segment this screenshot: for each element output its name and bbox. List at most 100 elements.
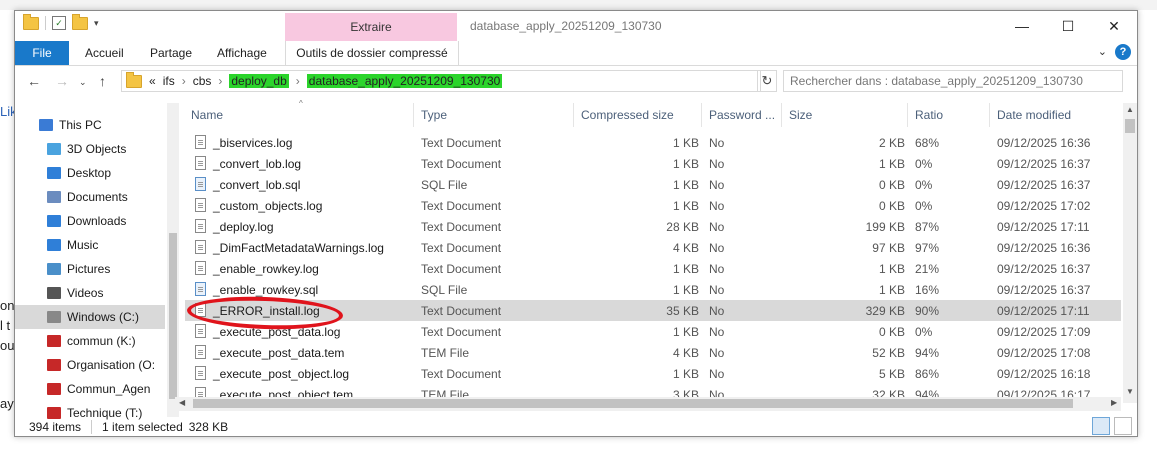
cell-size: 52 KB <box>872 345 905 360</box>
cell-date: 09/12/2025 17:08 <box>997 345 1091 360</box>
scroll-up-icon[interactable]: ▲ <box>1126 105 1134 114</box>
table-row[interactable]: _DimFactMetadataWarnings.log Text Documen… <box>185 237 1121 258</box>
help-icon[interactable]: ? <box>1115 44 1131 60</box>
sidebar-item[interactable]: 3D Objects <box>15 137 165 161</box>
table-row[interactable]: _deploy.log Text Document 28 KB No 199 KB 87%… <box>185 216 1121 237</box>
cell-pwd: No <box>709 345 725 360</box>
column-divider[interactable] <box>573 103 574 127</box>
cell-size: 199 KB <box>865 219 905 234</box>
file-list-scrollbar[interactable] <box>1123 103 1137 403</box>
scroll-left-icon[interactable]: ◀ <box>179 398 185 407</box>
folder-icon[interactable] <box>23 13 39 30</box>
breadcrumb-separator-icon[interactable]: › <box>218 74 222 88</box>
scroll-right-icon[interactable]: ▶ <box>1111 398 1117 407</box>
column-header-compressed-size[interactable]: Compressed size <box>581 103 674 127</box>
breadcrumb-item[interactable]: database_apply_20251209_130730 <box>306 74 503 88</box>
column-divider[interactable] <box>907 103 908 127</box>
table-row[interactable]: _custom_objects.log Text Document 1 KB No 0 … <box>185 195 1121 216</box>
table-row[interactable]: _execute_post_data.tem TEM File 4 KB No 52 K… <box>185 342 1121 363</box>
table-row[interactable]: _enable_rowkey.sql SQL File 1 KB No 1 KB 16% 0… <box>185 279 1121 300</box>
chevron-down-icon[interactable]: ⌄ <box>1098 45 1107 58</box>
document-icon <box>195 198 206 212</box>
column-divider[interactable] <box>989 103 990 127</box>
sql-file-icon <box>195 177 206 191</box>
cell-pwd: No <box>709 261 725 276</box>
cell-size: 329 KB <box>865 303 905 318</box>
large-icons-view-icon[interactable] <box>1114 417 1132 435</box>
address-bar[interactable]: « ifs › cbs › deploy_db › database_apply… <box>121 70 856 92</box>
sidebar-item[interactable]: Music <box>15 233 165 257</box>
tab-file[interactable]: File <box>15 41 69 65</box>
refresh-icon[interactable]: ↻ <box>757 70 777 92</box>
sidebar-item[interactable]: This PC <box>15 113 165 137</box>
document-icon <box>195 345 206 359</box>
properties-icon[interactable]: ✓ <box>52 16 66 30</box>
table-row[interactable]: _ERROR_install.log Text Document 35 KB No 32… <box>185 300 1121 321</box>
tab-compressed-folder-tools[interactable]: Outils de dossier compressé <box>285 41 459 65</box>
document-icon <box>195 156 206 170</box>
new-folder-icon[interactable] <box>72 13 88 30</box>
breadcrumb-item[interactable]: cbs <box>193 74 212 88</box>
sidebar-item[interactable]: Commun_Agen <box>15 377 165 401</box>
cell-csize: 1 KB <box>672 156 699 171</box>
column-divider[interactable] <box>701 103 702 127</box>
cell-csize: 1 KB <box>672 198 699 213</box>
sidebar-item-label: Desktop <box>67 166 112 180</box>
column-header-date-modified[interactable]: Date modified <box>997 103 1071 127</box>
breadcrumb-separator-icon[interactable]: › <box>182 74 186 88</box>
sidebar-item[interactable]: Videos <box>15 281 165 305</box>
back-arrow-icon[interactable]: ← <box>27 73 41 89</box>
cell-csize: 1 KB <box>672 366 699 381</box>
maximize-button[interactable]: ☐ <box>1045 13 1091 39</box>
forward-arrow-icon[interactable]: → <box>55 73 69 89</box>
up-arrow-icon[interactable]: ↑ <box>99 73 106 89</box>
table-row[interactable]: _biservices.log Text Document 1 KB No 2 KB 68… <box>185 132 1121 153</box>
tab-view[interactable]: Affichage <box>217 41 267 65</box>
column-header-ratio[interactable]: Ratio <box>915 103 943 127</box>
column-header-size[interactable]: Size <box>789 103 812 127</box>
cell-type: SQL File <box>421 282 468 297</box>
close-button[interactable]: ✕ <box>1091 13 1137 39</box>
table-row[interactable]: _enable_rowkey.log Text Document 1 KB No 1 K… <box>185 258 1121 279</box>
divider <box>91 420 93 434</box>
sidebar-item[interactable]: Desktop <box>15 161 165 185</box>
sidebar-item-label: Organisation (O: <box>67 358 156 372</box>
tab-share[interactable]: Partage <box>150 41 192 65</box>
minimize-button[interactable]: — <box>999 13 1045 39</box>
cell-name: _DimFactMetadataWarnings.log <box>213 240 384 255</box>
recent-locations-icon[interactable]: ⌄ <box>79 77 87 88</box>
horizontal-scrollbar-thumb[interactable] <box>193 399 1073 408</box>
sidebar-item[interactable]: Downloads <box>15 209 165 233</box>
sidebar-item[interactable]: Windows (C:) <box>15 305 165 329</box>
breadcrumb-item[interactable]: ifs <box>163 74 175 88</box>
search-input[interactable]: Rechercher dans : database_apply_2025120… <box>783 70 1123 92</box>
sidebar-item[interactable]: Documents <box>15 185 165 209</box>
breadcrumb-item[interactable]: deploy_db <box>229 74 289 88</box>
column-header-name[interactable]: Name <box>191 103 223 127</box>
details-view-icon[interactable] <box>1092 417 1110 435</box>
sidebar-item[interactable]: Organisation (O: <box>15 353 165 377</box>
tab-home[interactable]: Accueil <box>85 41 124 65</box>
sidebar-item[interactable]: commun (K:) <box>15 329 165 353</box>
table-row[interactable]: _execute_post_object.log Text Document 1 K… <box>185 363 1121 384</box>
document-icon <box>195 219 206 233</box>
drive-icon <box>47 311 61 323</box>
scroll-down-icon[interactable]: ▼ <box>1126 387 1134 396</box>
table-row[interactable]: _execute_post_data.log Text Document 1 KB N… <box>185 321 1121 342</box>
nav-scrollbar-thumb[interactable] <box>169 233 177 399</box>
sidebar-item[interactable]: Pictures <box>15 257 165 281</box>
column-divider[interactable] <box>781 103 782 127</box>
breadcrumb-overflow[interactable]: « <box>149 74 156 88</box>
table-row[interactable]: _convert_lob.sql SQL File 1 KB No 0 KB 0% 09/1… <box>185 174 1121 195</box>
column-header-password[interactable]: Password ... <box>709 103 775 127</box>
customize-toolbar-icon[interactable]: ▾ <box>94 18 99 29</box>
table-row[interactable]: _convert_lob.log Text Document 1 KB No 1 KB 0… <box>185 153 1121 174</box>
document-icon <box>195 240 206 254</box>
file-list-scrollbar-thumb[interactable] <box>1125 119 1135 133</box>
column-divider[interactable] <box>413 103 414 127</box>
sql-file-icon <box>195 282 206 296</box>
cell-date: 09/12/2025 17:11 <box>997 219 1090 234</box>
breadcrumb-separator-icon[interactable]: › <box>296 74 300 88</box>
column-header-type[interactable]: Type <box>421 103 447 127</box>
cell-size: 0 KB <box>878 198 905 213</box>
